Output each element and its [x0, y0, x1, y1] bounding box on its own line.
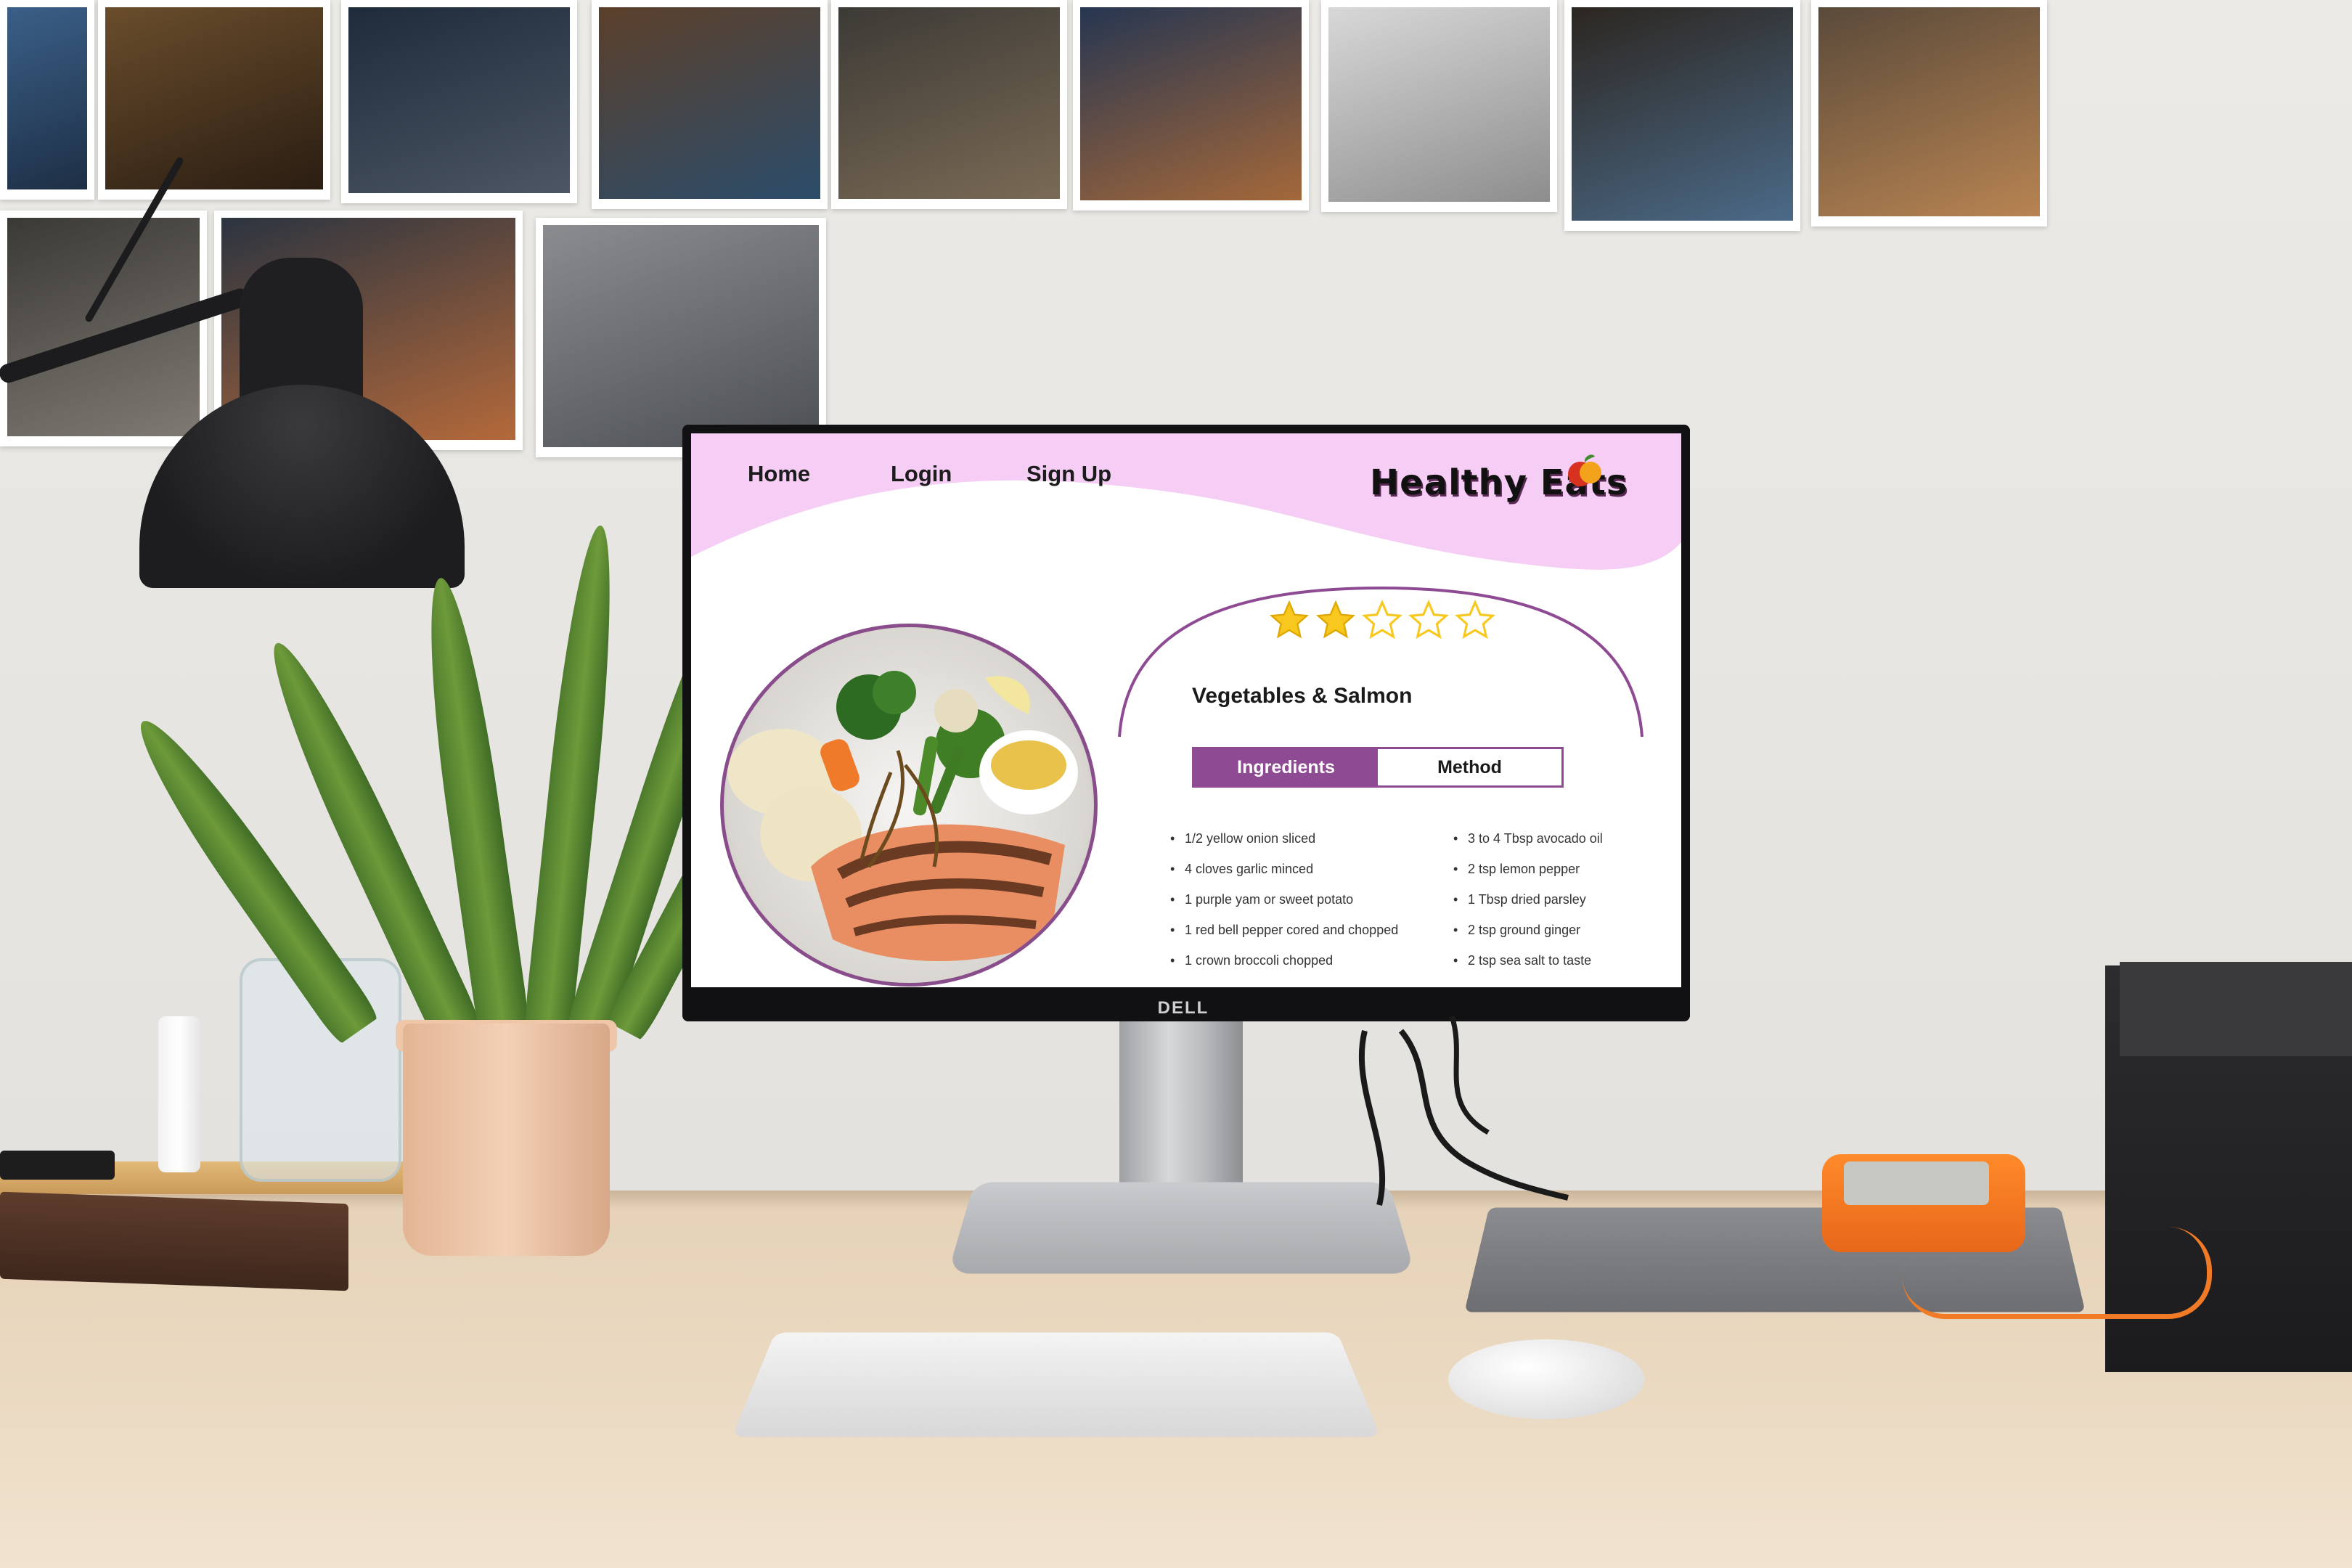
wall-photo — [592, 0, 828, 209]
monitor-logo: DELL — [1157, 998, 1209, 1018]
wall-photo — [341, 0, 577, 203]
star-empty-icon[interactable] — [1454, 599, 1496, 641]
tab-ingredients[interactable]: Ingredients — [1194, 749, 1378, 785]
wall-photo — [98, 0, 330, 200]
monitor-screen: Home Login Sign Up Healthy Eats Vegetabl… — [691, 433, 1681, 987]
dish-photo — [720, 624, 1098, 987]
recipe-title: Vegetables & Salmon — [1192, 684, 1413, 708]
star-empty-icon[interactable] — [1361, 599, 1403, 641]
ingredients-list-right: 3 to 4 Tbsp avocado oil 2 tsp lemon pepp… — [1453, 831, 1603, 984]
tab-method[interactable]: Method — [1378, 749, 1561, 785]
salmon-dish-illustration — [727, 671, 1078, 961]
glue-stick — [158, 1016, 200, 1172]
phone-stand — [0, 1151, 115, 1180]
list-item: 2 tsp sea salt to taste — [1453, 953, 1603, 984]
wall-photo — [1321, 0, 1557, 212]
mouse[interactable] — [1448, 1339, 1644, 1419]
wall-photo — [831, 0, 1067, 209]
wall-photo — [536, 218, 826, 457]
nav-signup-link[interactable]: Sign Up — [1026, 461, 1111, 487]
list-item: 2 tsp ground ginger — [1453, 923, 1603, 953]
list-item: 1 crown broccoli chopped — [1170, 953, 1398, 984]
leather-notebook — [0, 1191, 348, 1291]
recipe-tabs: Ingredients Method — [1192, 747, 1564, 788]
wall-photo — [1564, 0, 1800, 231]
nav-home-link[interactable]: Home — [748, 461, 810, 487]
keyboard[interactable] — [731, 1332, 1381, 1437]
list-item: 1/2 yellow onion sliced — [1170, 831, 1398, 862]
list-item: 4 cloves garlic minced — [1170, 862, 1398, 892]
nav-login-link[interactable]: Login — [891, 461, 952, 487]
orange-cable — [1902, 1227, 2212, 1319]
list-item: 1 red bell pepper cored and chopped — [1170, 923, 1398, 953]
star-rating[interactable] — [1268, 599, 1496, 641]
wall-photo — [0, 0, 94, 200]
star-filled-icon[interactable] — [1268, 599, 1310, 641]
fruit-icon — [1568, 454, 1601, 486]
wall-photo — [1811, 0, 2047, 226]
plant-pot — [403, 1024, 610, 1256]
drive-label — [1844, 1161, 1989, 1205]
lamp-neck — [240, 258, 363, 403]
wall-photo — [1073, 0, 1309, 211]
list-item: 2 tsp lemon pepper — [1453, 862, 1603, 892]
star-empty-icon[interactable] — [1408, 599, 1450, 641]
ingredients-list-left: 1/2 yellow onion sliced 4 cloves garlic … — [1170, 831, 1398, 984]
list-item: 3 to 4 Tbsp avocado oil — [1453, 831, 1603, 862]
monitor-cables — [1359, 1016, 1569, 1206]
star-filled-icon[interactable] — [1315, 599, 1357, 641]
list-item: 1 Tbsp dried parsley — [1453, 892, 1603, 923]
list-item: 1 purple yam or sweet potato — [1170, 892, 1398, 923]
black-box-lid — [2120, 962, 2352, 1056]
